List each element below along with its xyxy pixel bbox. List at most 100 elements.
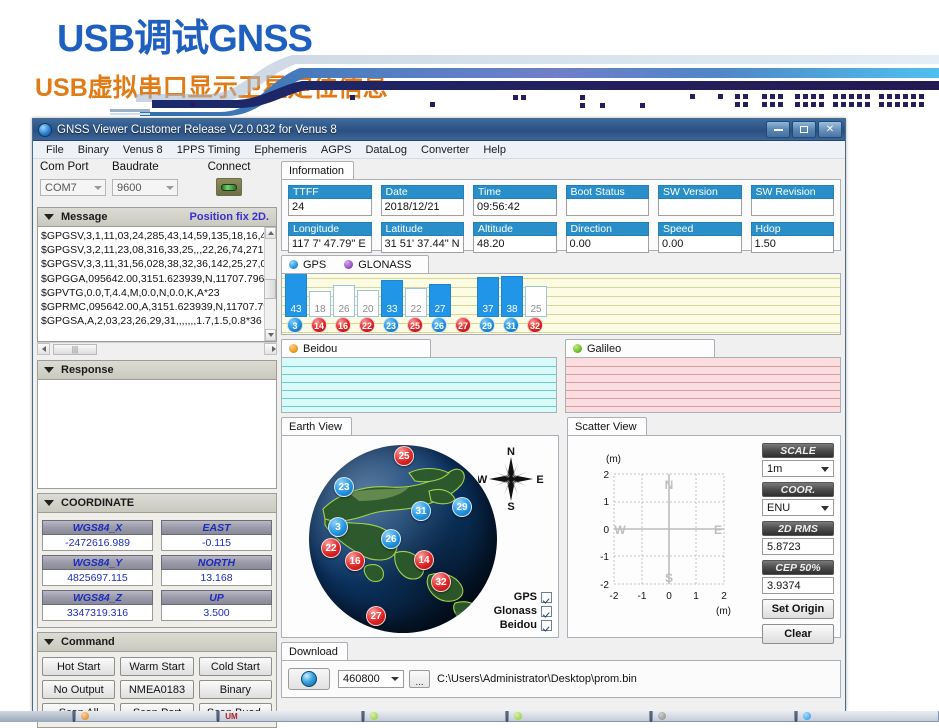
close-icon: ✕ <box>825 123 835 135</box>
satellite-id-badge[interactable]: 27 <box>455 317 471 333</box>
satellite-id-badge[interactable]: 23 <box>383 317 399 333</box>
legend-row-glonass[interactable]: Glonass <box>494 605 552 617</box>
coordinate-panel-header[interactable]: COORDINATE <box>37 493 277 512</box>
nmea0183-button[interactable]: NMEA0183 <box>120 680 194 699</box>
scroll-left-arrow-icon[interactable] <box>37 343 50 355</box>
gps-checkbox[interactable] <box>541 591 552 603</box>
download-start-button[interactable] <box>288 668 330 690</box>
menu-item-datalog[interactable]: DataLog <box>358 144 414 156</box>
close-button[interactable]: ✕ <box>818 121 842 138</box>
tab-gps-glonass[interactable]: GPS GLONASS <box>281 255 429 273</box>
earth-satellite-marker[interactable]: 27 <box>366 606 386 626</box>
taskbar-item[interactable]: UM <box>219 711 362 722</box>
satellite-id-badge[interactable]: 16 <box>335 317 351 333</box>
earth-satellite-marker[interactable]: 22 <box>321 538 341 558</box>
info-value[interactable]: 0.00 <box>565 236 649 253</box>
scale-select[interactable]: 1m <box>762 460 834 477</box>
info-value[interactable] <box>658 199 742 216</box>
scatter-plot[interactable]: (m) N S W E 210 -1-2 -2 -1 0 1 2 (m) <box>576 444 752 630</box>
menu-item-converter[interactable]: Converter <box>414 144 476 156</box>
taskbar-item[interactable] <box>74 711 218 722</box>
taskbar-item[interactable] <box>652 711 795 722</box>
earth-satellite-marker[interactable]: 23 <box>334 477 354 497</box>
legend-row-beidou[interactable]: Beidou <box>494 619 552 631</box>
earth-view-pane[interactable]: N S W E GPS Glonass <box>281 435 559 638</box>
scroll-down-arrow-icon[interactable] <box>265 329 276 341</box>
chart-gridline <box>282 406 556 407</box>
earth-satellite-marker[interactable]: 31 <box>411 501 431 521</box>
tab-beidou[interactable]: Beidou <box>281 339 431 357</box>
download-baudrate-select[interactable]: 460800 <box>338 670 404 688</box>
earth-satellite-marker[interactable]: 25 <box>394 446 414 466</box>
info-value[interactable]: 24 <box>288 199 372 216</box>
info-value[interactable]: 09:56:42 <box>473 199 557 216</box>
com-port-select[interactable]: COM7 <box>40 179 106 196</box>
warm-start-button[interactable]: Warm Start <box>120 657 194 676</box>
info-value[interactable]: 31 51' 37.44" N <box>380 236 464 253</box>
taskbar-item[interactable] <box>507 711 651 722</box>
tab-download[interactable]: Download <box>281 642 348 660</box>
legend-row-gps[interactable]: GPS <box>494 591 552 603</box>
command-panel-header[interactable]: Command <box>37 632 277 651</box>
tab-galileo[interactable]: Galileo <box>565 339 715 357</box>
maximize-button[interactable] <box>792 121 816 138</box>
taskbar-item[interactable] <box>796 711 939 722</box>
info-value[interactable]: 2018/12/21 <box>380 199 464 216</box>
taskbar-item[interactable] <box>363 711 506 722</box>
glonass-checkbox[interactable] <box>541 605 552 617</box>
tab-earth-view[interactable]: Earth View <box>281 417 352 435</box>
earth-satellite-marker[interactable]: 14 <box>414 550 434 570</box>
menu-item-ephemeris[interactable]: Ephemeris <box>247 144 314 156</box>
earth-satellite-marker[interactable]: 3 <box>328 517 348 537</box>
baudrate-select[interactable]: 9600 <box>112 179 178 196</box>
no-output-button[interactable]: No Output <box>42 680 116 699</box>
info-value[interactable]: 117 7' 47.79" E <box>288 236 372 253</box>
satellite-id-badge[interactable]: 3 <box>287 317 303 333</box>
satellite-id-badge[interactable]: 29 <box>479 317 495 333</box>
scroll-up-arrow-icon[interactable] <box>265 227 276 239</box>
hscrollbar-thumb[interactable]: ||| <box>53 343 97 355</box>
message-vertical-scrollbar[interactable] <box>264 227 276 341</box>
clear-button[interactable]: Clear <box>762 624 834 644</box>
response-panel-header[interactable]: Response <box>37 360 277 379</box>
tab-scatter-view[interactable]: Scatter View <box>567 417 647 435</box>
message-panel-header[interactable]: Message Position fix 2D. <box>37 207 277 226</box>
beidou-checkbox[interactable] <box>541 619 552 631</box>
hot-start-button[interactable]: Hot Start <box>42 657 116 676</box>
coor-select[interactable]: ENU <box>762 499 834 516</box>
menu-item-file[interactable]: File <box>39 144 71 156</box>
tab-information[interactable]: Information <box>281 161 355 179</box>
earth-satellite-marker[interactable]: 16 <box>345 551 365 571</box>
scroll-right-arrow-icon[interactable] <box>264 343 277 355</box>
satellite-id-badge[interactable]: 26 <box>431 317 447 333</box>
info-value[interactable] <box>565 199 649 216</box>
minimize-button[interactable] <box>766 121 790 138</box>
menu-item-binary[interactable]: Binary <box>71 144 116 156</box>
menu-item-1pps-timing[interactable]: 1PPS Timing <box>170 144 248 156</box>
connect-button[interactable] <box>216 178 242 196</box>
binary-button[interactable]: Binary <box>198 680 272 699</box>
earth-satellite-marker[interactable]: 26 <box>381 529 401 549</box>
message-list[interactable]: $GPGSV,3,1,11,03,24,285,43,14,59,135,18,… <box>37 226 277 342</box>
satellite-id-badge[interactable]: 31 <box>503 317 519 333</box>
satellite-id-badge[interactable]: 32 <box>527 317 543 333</box>
satellite-id-badge[interactable]: 22 <box>359 317 375 333</box>
response-textarea[interactable] <box>37 379 277 489</box>
scrollbar-thumb[interactable] <box>264 279 276 299</box>
info-value[interactable]: 0.00 <box>658 236 742 253</box>
start-button[interactable] <box>0 711 73 722</box>
earth-satellite-marker[interactable]: 32 <box>431 572 451 592</box>
menu-item-help[interactable]: Help <box>476 144 513 156</box>
info-value[interactable]: 48.20 <box>473 236 557 253</box>
earth-satellite-marker[interactable]: 29 <box>452 497 472 517</box>
message-horizontal-scrollbar[interactable]: ||| <box>37 342 277 355</box>
cold-start-button[interactable]: Cold Start <box>198 657 272 676</box>
info-value[interactable]: 1.50 <box>750 236 834 253</box>
satellite-id-badge[interactable]: 25 <box>407 317 423 333</box>
menu-item-venus8[interactable]: Venus 8 <box>116 144 170 156</box>
satellite-id-badge[interactable]: 14 <box>311 317 327 333</box>
menu-item-agps[interactable]: AGPS <box>314 144 359 156</box>
info-value[interactable] <box>750 199 834 216</box>
set-origin-button[interactable]: Set Origin <box>762 599 834 619</box>
browse-file-button[interactable]: ... <box>409 670 430 688</box>
